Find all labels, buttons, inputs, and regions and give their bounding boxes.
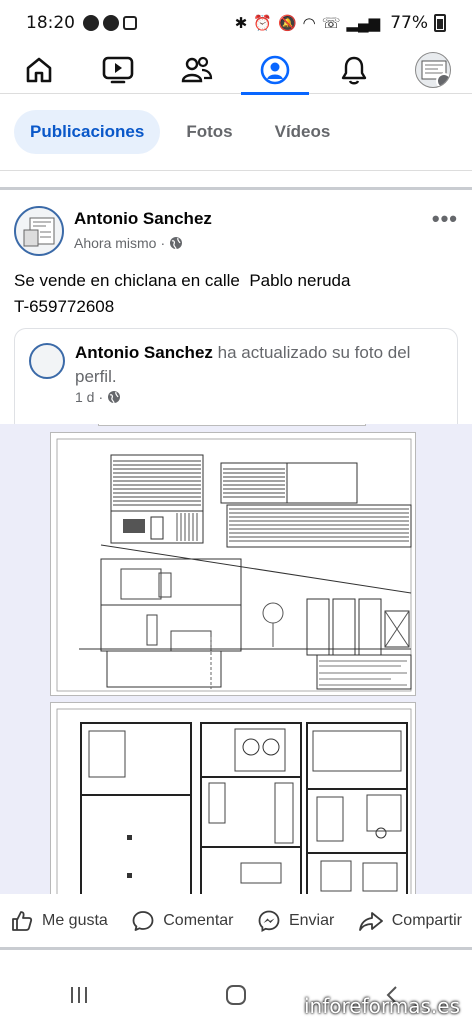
previous-photo-edge bbox=[98, 424, 366, 426]
menu-icon bbox=[435, 72, 450, 87]
post-text-line-1: Se vende en chiclana en calle Pablo neru… bbox=[14, 271, 351, 290]
tab-publicaciones[interactable]: Publicaciones bbox=[14, 110, 161, 154]
post-meta: Antonio Sanchez Ahora mismo · bbox=[74, 206, 212, 262]
nav-video[interactable] bbox=[88, 46, 148, 94]
shared-post-headline: Antonio Sanchez ha actualizado su foto d… bbox=[75, 341, 435, 389]
messenger-icon-2 bbox=[103, 15, 119, 31]
floorplan-drawing bbox=[56, 708, 412, 894]
globe-icon bbox=[108, 391, 121, 404]
mute-icon: 🔕 bbox=[277, 15, 297, 32]
nav-home[interactable] bbox=[9, 46, 69, 94]
alarm-icon: ⏰ bbox=[253, 15, 272, 32]
notification-icons bbox=[83, 15, 137, 31]
feed-separator bbox=[0, 170, 472, 190]
shared-time-text[interactable]: 1 d bbox=[75, 389, 94, 405]
shared-timestamp: 1 d · bbox=[75, 389, 121, 405]
messenger-icon bbox=[83, 15, 99, 31]
author-name[interactable]: Antonio Sanchez bbox=[74, 209, 212, 229]
shared-post-card[interactable]: Antonio Sanchez ha actualizado su foto d… bbox=[14, 328, 458, 424]
nav-menu[interactable] bbox=[403, 46, 463, 94]
battery-percent: 77% bbox=[390, 13, 428, 33]
send-label: Enviar bbox=[288, 911, 335, 929]
signal-icon: ▂▄▆ bbox=[346, 15, 381, 32]
nav-notifications[interactable] bbox=[324, 46, 384, 94]
watermark-text: inforeformas.es bbox=[304, 994, 460, 1018]
plan-sheet-elevation bbox=[50, 432, 416, 696]
friends-icon bbox=[181, 56, 212, 82]
more-options-button[interactable]: ••• bbox=[432, 206, 458, 232]
share-icon bbox=[358, 911, 383, 931]
comment-label: Comentar bbox=[163, 911, 234, 929]
messenger-send-icon bbox=[258, 910, 280, 932]
comment-icon bbox=[132, 910, 154, 931]
profile-icon bbox=[260, 55, 290, 84]
dot-separator: · bbox=[160, 235, 166, 251]
tab-fotos[interactable]: Fotos bbox=[170, 110, 248, 154]
like-button[interactable]: Me gusta bbox=[10, 909, 108, 933]
battery-icon bbox=[434, 14, 446, 32]
post-time-text[interactable]: Ahora mismo bbox=[74, 235, 156, 251]
menu-avatar bbox=[414, 51, 451, 88]
share-button[interactable]: Compartir bbox=[358, 909, 462, 933]
post-body: Se vende en chiclana en calle Pablo neru… bbox=[14, 268, 458, 320]
wifi-icon: ◠ bbox=[302, 15, 316, 32]
status-bar: 18:20 ✱ ⏰ 🔕 ◠ ☏ ▂▄▆ 77% bbox=[0, 0, 472, 46]
tab-videos[interactable]: Vídeos bbox=[259, 110, 347, 154]
like-label: Me gusta bbox=[42, 911, 108, 929]
post-header: Antonio Sanchez Ahora mismo · ••• bbox=[14, 206, 458, 262]
nav-profile[interactable] bbox=[241, 46, 310, 95]
elevation-drawing bbox=[56, 438, 412, 692]
globe-icon bbox=[170, 237, 183, 250]
system-icons: ✱ ⏰ 🔕 ◠ ☏ ▂▄▆ 77% bbox=[235, 13, 446, 33]
clock: 18:20 bbox=[26, 13, 75, 33]
post-timestamp: Ahora mismo · bbox=[74, 235, 212, 251]
send-button[interactable]: Enviar bbox=[257, 909, 334, 933]
home-icon bbox=[27, 57, 52, 82]
thumbs-up-icon bbox=[12, 910, 33, 931]
post-actions: Me gusta Comentar Enviar Compartir bbox=[0, 894, 472, 950]
post-photo[interactable] bbox=[0, 424, 472, 894]
profile-tabs: Publicaciones Fotos Vídeos bbox=[0, 108, 472, 156]
recent-apps-icon[interactable] bbox=[67, 983, 91, 1007]
nav-friends[interactable] bbox=[167, 46, 227, 94]
wifi-call-icon: ☏ bbox=[321, 15, 341, 32]
plan-sheet-floorplan bbox=[50, 702, 416, 894]
dot-separator: · bbox=[98, 389, 104, 405]
video-icon bbox=[102, 56, 134, 83]
shared-author-name[interactable]: Antonio Sanchez bbox=[75, 343, 213, 362]
notifications-icon bbox=[341, 56, 367, 84]
top-navigation bbox=[0, 46, 472, 95]
home-button-icon[interactable] bbox=[224, 983, 248, 1007]
bluetooth-icon: ✱ bbox=[234, 15, 248, 32]
checkbox-notification-icon bbox=[123, 16, 137, 30]
author-avatar[interactable] bbox=[14, 206, 64, 256]
shared-author-avatar[interactable] bbox=[29, 343, 65, 379]
share-label: Compartir bbox=[391, 911, 462, 929]
post-text-line-2: T-659772608 bbox=[14, 297, 115, 316]
comment-button[interactable]: Comentar bbox=[131, 909, 234, 933]
